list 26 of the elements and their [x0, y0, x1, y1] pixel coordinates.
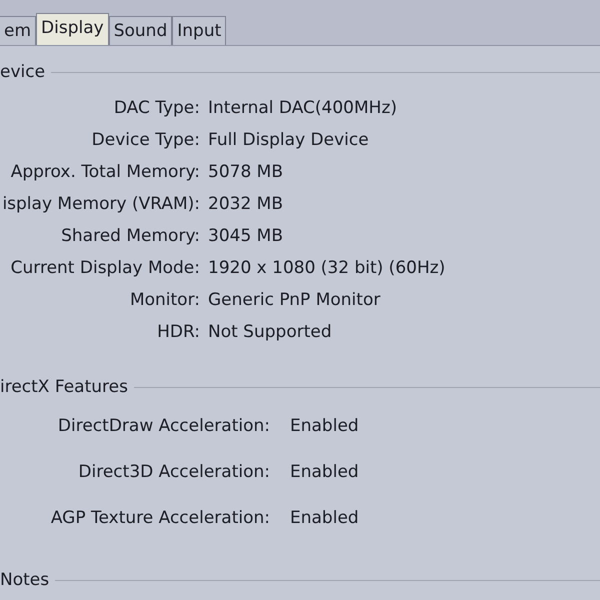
field-value: 1920 x 1080 (32 bit) (60Hz)	[208, 257, 446, 280]
tab[interactable]: Input	[172, 16, 226, 45]
field-label: AGP Texture Acceleration:	[50, 507, 270, 530]
field-value: Internal DAC(400MHz)	[208, 97, 398, 120]
field-value: Not Supported	[208, 321, 332, 344]
field-label: Current Display Mode:	[10, 257, 200, 280]
tab[interactable]: em	[0, 16, 36, 45]
field-label: DAC Type:	[112, 97, 200, 120]
field-label: Monitor:	[128, 289, 200, 312]
field-value: 3045 MB	[208, 225, 283, 248]
field-label: DirectDraw Acceleration:	[56, 415, 270, 438]
tab[interactable]: Sound	[108, 16, 172, 45]
field-value: Enabled	[290, 507, 359, 530]
field-label: Direct3D Acceleration:	[77, 461, 270, 484]
field-label: HDR:	[156, 321, 200, 344]
field-value: Full Display Device	[208, 129, 369, 152]
field-value: 5078 MB	[208, 161, 283, 184]
field-label: Shared Memory:	[60, 225, 200, 248]
field-value: 2032 MB	[208, 193, 283, 216]
field-label: Device Type:	[90, 129, 200, 152]
field-label: Approx. Total Memory:	[10, 161, 200, 184]
tab[interactable]: Display	[36, 13, 109, 45]
field-value: Enabled	[290, 461, 359, 484]
field-value: Generic PnP Monitor	[208, 289, 380, 312]
field-label: isplay Memory (VRAM):	[1, 193, 200, 216]
field-value: Enabled	[290, 415, 359, 438]
